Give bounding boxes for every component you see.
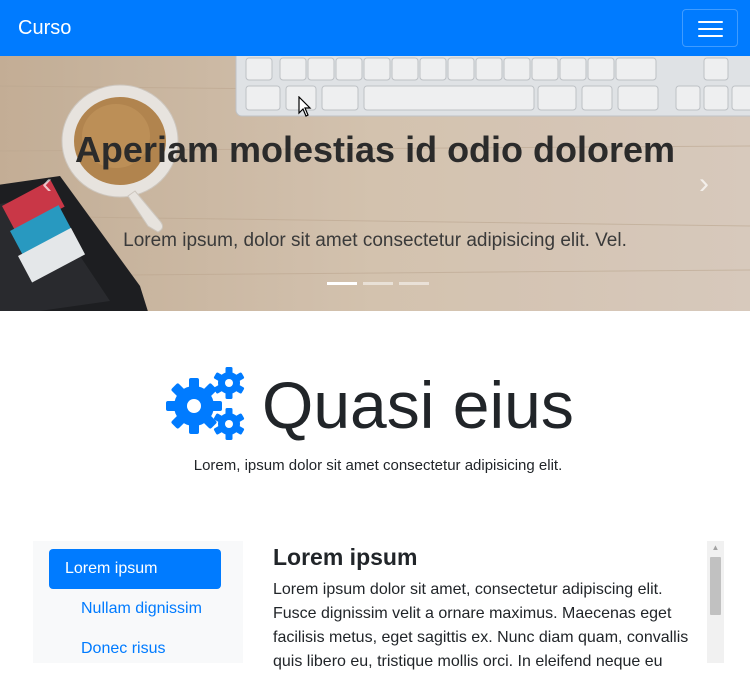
carousel-caption-title: Aperiam molestias id odio dolorem xyxy=(74,129,676,170)
navbar-toggler-button[interactable] xyxy=(682,9,738,47)
sidebar-item-nullam-dignissim[interactable]: Nullam dignissim xyxy=(49,589,221,629)
content-scrollbar[interactable]: ▲ xyxy=(707,541,724,663)
content-line: Lorem ipsum dolor sit amet, consectetur … xyxy=(273,581,663,598)
carousel-next-button[interactable]: › xyxy=(689,166,719,202)
content-line: quis libero eu, tristique mollis orci. I… xyxy=(273,653,663,670)
content-line: facilisis metus, eget sagittis ex. Nunc … xyxy=(273,629,689,646)
hamburger-icon-bar xyxy=(698,35,723,37)
carousel-indicators xyxy=(327,282,429,285)
gears-icon xyxy=(166,367,245,440)
hero-carousel: Aperiam molestias id odio dolorem Lorem … xyxy=(0,56,750,311)
sidebar-item-lorem-ipsum[interactable]: Lorem ipsum xyxy=(49,549,221,589)
section-title: Quasi eius xyxy=(262,368,574,442)
scrollbar-thumb[interactable] xyxy=(710,557,721,615)
content-line: Fusce dignissim velit a ornare maximus. … xyxy=(273,605,672,622)
carousel-prev-button[interactable]: ‹ xyxy=(32,166,62,202)
hamburger-icon-bar xyxy=(698,28,723,30)
chevron-left-icon: ‹ xyxy=(42,167,52,200)
content-title: Lorem ipsum xyxy=(273,544,418,570)
chevron-right-icon: › xyxy=(699,167,709,200)
carousel-background-image xyxy=(0,56,750,311)
carousel-caption-text: Lorem ipsum, dolor sit amet consectetur … xyxy=(123,230,627,251)
sidebar-nav: Lorem ipsum Nullam dignissim Donec risus xyxy=(33,541,243,663)
scroll-up-arrow-icon[interactable]: ▲ xyxy=(707,541,724,555)
content-body: Lorem ipsum dolor sit amet, consectetur … xyxy=(273,578,703,674)
carousel-indicator-3[interactable] xyxy=(399,282,429,285)
mouse-cursor-icon xyxy=(298,96,312,117)
hamburger-icon xyxy=(698,21,723,23)
navbar: Curso xyxy=(0,0,750,56)
carousel-indicator-1[interactable] xyxy=(327,282,357,285)
section-subtitle: Lorem, ipsum dolor sit amet consectetur … xyxy=(193,457,563,474)
carousel-indicator-2[interactable] xyxy=(363,282,393,285)
navbar-brand[interactable]: Curso xyxy=(18,16,71,40)
sidebar-item-donec-risus[interactable]: Donec risus xyxy=(49,629,221,669)
